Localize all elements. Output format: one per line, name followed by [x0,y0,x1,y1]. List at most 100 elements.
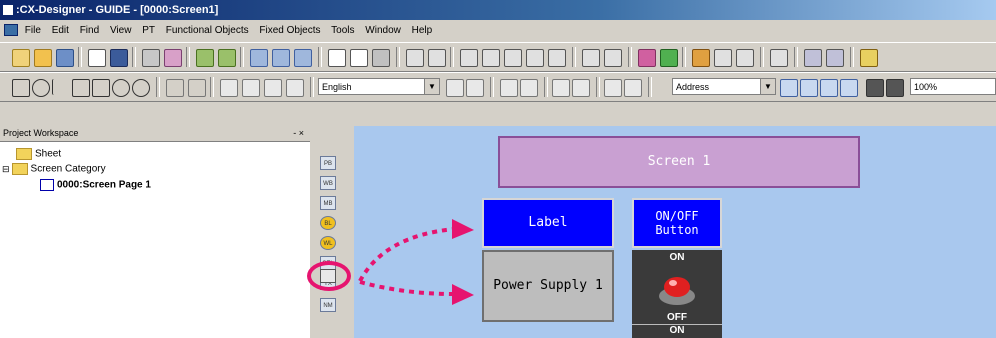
undo-icon[interactable] [406,49,424,67]
menu-view[interactable]: View [110,25,132,36]
paste-object-icon[interactable] [504,49,522,67]
language-select[interactable]: English ▼ [318,78,440,95]
align-left-icon[interactable] [166,79,184,97]
folder-icon [16,148,32,160]
select-all-icon[interactable] [548,49,566,67]
pattern-icon[interactable] [604,79,622,97]
table-alt-icon[interactable] [218,49,236,67]
zoom-in-icon[interactable] [820,79,838,97]
send-back-icon[interactable] [286,79,304,97]
address-mode-select[interactable]: Address ▼ [672,78,776,95]
state-on-icon[interactable] [500,79,518,97]
standard-toolbar [0,42,996,72]
display-off-icon[interactable] [572,79,590,97]
transfer-from-pt-icon[interactable] [826,49,844,67]
numeral-display-icon[interactable]: NM [320,298,336,312]
grid-icon[interactable] [866,79,884,97]
scissors-icon[interactable] [460,49,478,67]
build-icon[interactable] [692,49,710,67]
property-icon[interactable] [142,49,160,67]
group-icon[interactable] [220,79,238,97]
replace-icon[interactable] [604,49,622,67]
word-lamp-icon[interactable]: WL [320,236,336,250]
mdi-document-icon[interactable] [4,24,18,37]
align-right-icon[interactable] [188,79,206,97]
screen-canvas[interactable]: Screen 1 Label ON/OFF Button Power Suppl… [354,126,996,338]
transfer-icon[interactable] [714,49,732,67]
project-icon[interactable] [56,49,74,67]
word-button-icon[interactable]: WB [320,176,336,190]
document-icon[interactable] [328,49,346,67]
menu-help[interactable]: Help [412,25,433,36]
arrow-to-power [359,280,455,296]
pattern-alt-icon[interactable] [624,79,642,97]
menu-pt[interactable]: PT [142,25,155,36]
arrowhead-label [452,219,474,239]
tree-node-sheet[interactable]: Sheet [16,148,61,160]
chevron-down-icon[interactable]: ▼ [760,79,775,94]
polyline-icon[interactable] [72,79,90,97]
bring-front-icon[interactable] [264,79,282,97]
menu-window[interactable]: Window [365,25,401,36]
zoom-select[interactable]: 100% [910,78,996,95]
simulation-icon[interactable] [660,49,678,67]
cut-icon[interactable] [250,49,268,67]
library-icon[interactable] [164,49,182,67]
tree-node-screen-category[interactable]: ⊟ Screen Category [2,163,106,175]
ungroup-icon[interactable] [242,79,260,97]
highlight-circle [307,261,351,291]
toolbar-separator [156,77,160,97]
push-button-icon[interactable]: PB [320,156,336,170]
delete-icon[interactable] [526,49,544,67]
circle-icon[interactable] [32,79,50,97]
polygon-icon[interactable] [92,79,110,97]
sector-icon[interactable] [112,79,130,97]
menu-functional-objects[interactable]: Functional Objects [166,25,249,36]
binoculars-icon[interactable] [582,49,600,67]
collapse-icon[interactable]: ⊟ [2,164,10,174]
open-icon[interactable] [34,49,52,67]
print-preview-icon[interactable] [350,49,368,67]
rectangle-icon[interactable] [12,79,30,97]
paste-icon[interactable] [294,49,312,67]
chevron-down-icon[interactable]: ▼ [424,79,439,94]
window-icon[interactable] [770,49,788,67]
lang-prev-icon[interactable] [446,79,464,97]
save-icon[interactable] [110,49,128,67]
redo-icon[interactable] [428,49,446,67]
bit-lamp-icon[interactable]: BL [320,216,336,230]
tree-node-screen-page[interactable]: 0000:Screen Page 1 [40,179,151,191]
toolbar-separator [132,47,136,67]
grid-snap-icon[interactable] [840,79,858,97]
copy-object-icon[interactable] [482,49,500,67]
copy-icon[interactable] [272,49,290,67]
transfer-to-pt-icon[interactable] [804,49,822,67]
new-page-icon[interactable] [88,49,106,67]
print-icon[interactable] [372,49,390,67]
menu-fixed-objects[interactable]: Fixed Objects [259,25,320,36]
multifunction-button-icon[interactable]: MB [320,196,336,210]
help-icon[interactable] [860,49,878,67]
zoom-value: 100% [914,82,938,92]
table-icon[interactable] [196,49,214,67]
folder-icon[interactable] [736,49,754,67]
address-icon[interactable] [780,79,798,97]
line-icon[interactable] [52,79,69,95]
menu-edit[interactable]: Edit [52,25,69,36]
menu-file[interactable]: File [25,25,41,36]
toolbar-separator [596,77,600,97]
lang-next-icon[interactable] [466,79,484,97]
menu-find[interactable]: Find [80,25,99,36]
id-icon[interactable] [800,79,818,97]
pane-controls[interactable]: - × [293,126,304,141]
display-on-icon[interactable] [552,79,570,97]
menu-tools[interactable]: Tools [331,25,354,36]
state-off-icon[interactable] [520,79,538,97]
language-select-value: English [322,82,352,92]
grid-alt-icon[interactable] [886,79,904,97]
toolbar-separator [318,47,322,67]
new-icon[interactable] [12,49,30,67]
test-icon[interactable] [638,49,656,67]
arc-icon[interactable] [132,79,150,97]
toolbar-separator [490,77,494,97]
